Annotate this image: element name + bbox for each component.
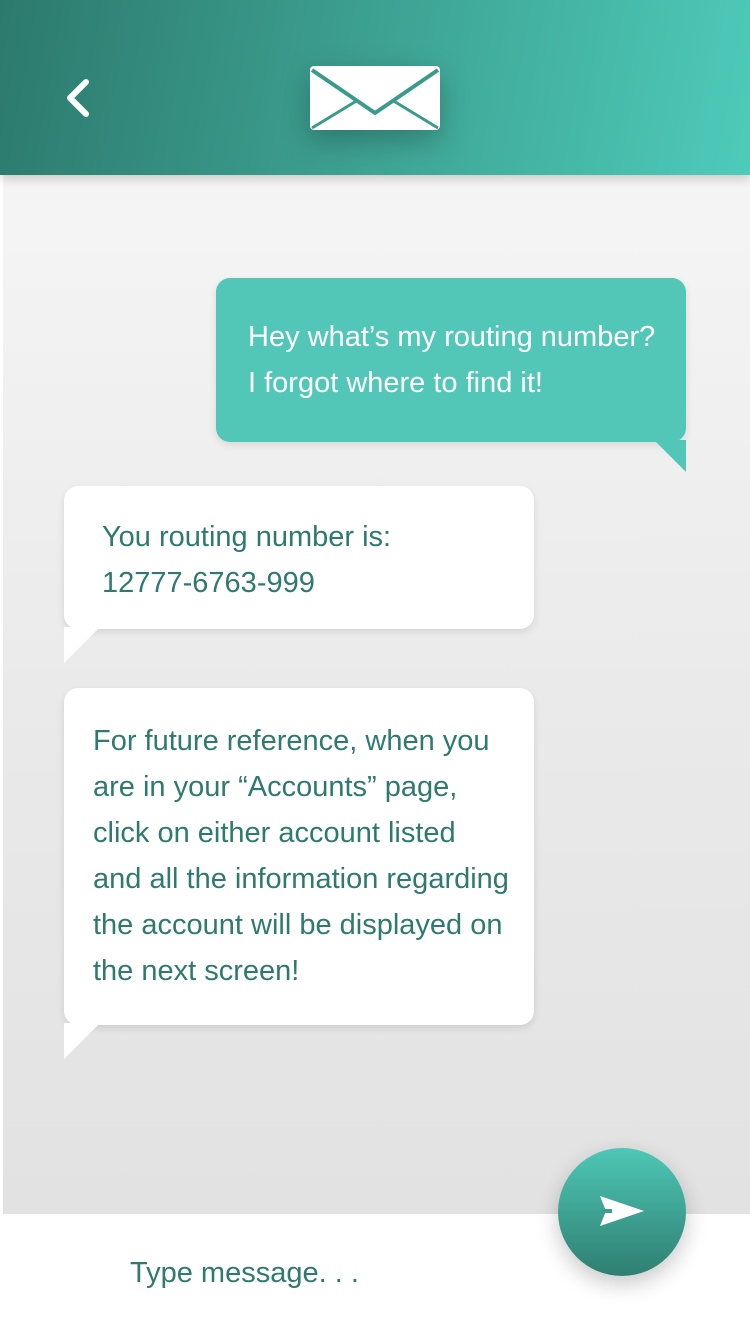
message-line: I forgot where to find it! (248, 367, 543, 399)
outgoing-bubble-tail (654, 440, 686, 472)
message-line: are in your “Accounts” page, (93, 771, 458, 803)
message-line: 12777-6763-999 (102, 567, 315, 599)
message-line: For future reference, when you (93, 725, 490, 757)
incoming-bubble-tail (64, 627, 100, 663)
send-arrow-icon (600, 1196, 644, 1226)
message-text: Hey what’s my routing number? I forgot w… (248, 314, 678, 406)
message-line: You routing number is: (102, 521, 392, 553)
envelope-icon (310, 66, 440, 130)
message-line: click on either account listed (93, 817, 456, 849)
message-text: You routing number is: 12777-6763-999 (102, 514, 522, 606)
incoming-bubble-tail (64, 1023, 100, 1059)
message-line: and all the information regarding (93, 863, 509, 895)
message-input[interactable] (130, 1250, 530, 1296)
chevron-left-icon (67, 79, 89, 117)
message-line: the next screen! (93, 955, 300, 987)
incoming-message-bubble: For future reference, when you are in yo… (64, 688, 534, 1025)
incoming-message-bubble: You routing number is: 12777-6763-999 (64, 486, 534, 629)
message-text: For future reference, when you are in yo… (93, 718, 528, 994)
top-header (0, 0, 750, 175)
message-line: Hey what’s my routing number? (248, 321, 656, 353)
message-line: the account will be displayed on (93, 909, 503, 941)
back-button[interactable] (52, 68, 112, 128)
send-button[interactable] (558, 1148, 686, 1276)
outgoing-message-bubble: Hey what’s my routing number? I forgot w… (216, 278, 686, 442)
